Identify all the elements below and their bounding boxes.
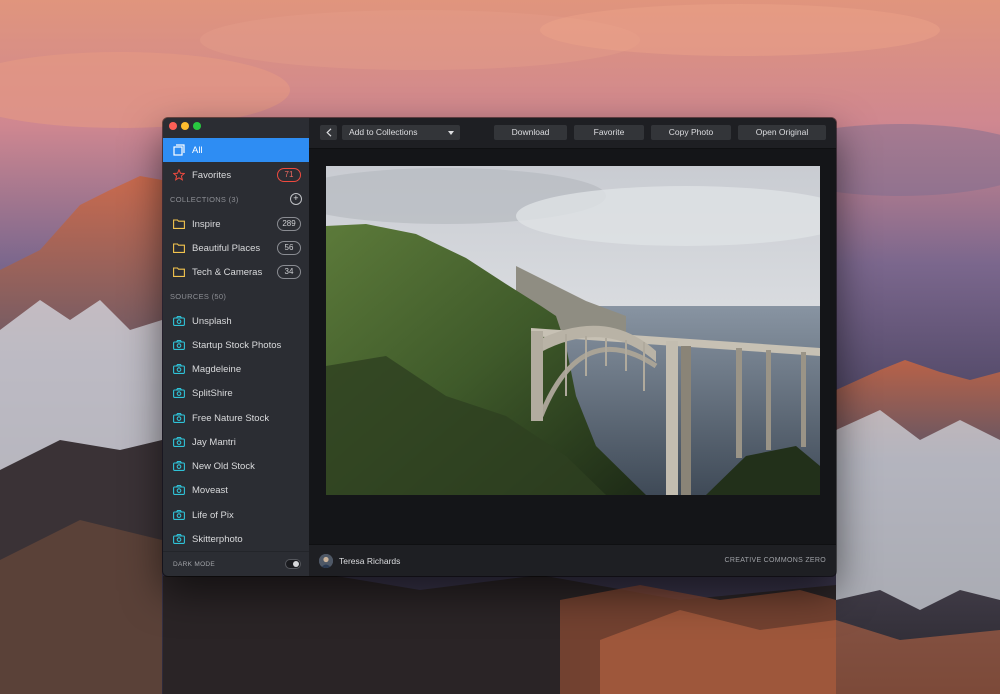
bridge-photo xyxy=(326,166,820,495)
sidebar-item-label: Life of Pix xyxy=(192,509,234,521)
sidebar-item-label: Magdeleine xyxy=(192,363,242,375)
sidebar-item-label: All xyxy=(192,144,203,156)
sidebar-item-beautiful-places[interactable]: Beautiful Places 56 xyxy=(163,236,309,260)
collections-header-label: COLLECTIONS (3) xyxy=(170,194,239,204)
photo-preview[interactable] xyxy=(326,166,820,495)
sidebar-item-favorites[interactable]: Favorites 71 xyxy=(163,163,309,187)
star-icon xyxy=(172,169,185,182)
sidebar-source-free-nature-stock[interactable]: Free Nature Stock xyxy=(163,406,309,430)
caret-down-icon xyxy=(448,131,454,135)
sidebar-item-label: Free Nature Stock xyxy=(192,412,270,424)
sidebar-source-new-old-stock[interactable]: New Old Stock xyxy=(163,454,309,478)
sources-header: SOURCES (50) xyxy=(170,292,302,301)
sidebar-item-all[interactable]: All xyxy=(163,138,309,162)
camera-icon xyxy=(172,339,185,352)
folder-icon xyxy=(172,218,185,231)
sidebar-source-unsplash[interactable]: Unsplash xyxy=(163,309,309,333)
sidebar-source-skitterphoto[interactable]: Skitterphoto xyxy=(163,527,309,551)
add-to-collections-select[interactable]: Add to Collections xyxy=(342,125,460,140)
sidebar-item-inspire[interactable]: Inspire 289 xyxy=(163,212,309,236)
sidebar: All Favorites 71 COLLECTIONS (3) + Inspi… xyxy=(163,118,309,576)
camera-icon xyxy=(172,412,185,425)
camera-icon xyxy=(172,533,185,546)
sidebar-source-life-of-pix[interactable]: Life of Pix xyxy=(163,503,309,527)
stack-icon xyxy=(172,144,185,157)
folder-icon xyxy=(172,266,185,279)
sidebar-item-label: Inspire xyxy=(192,218,221,230)
sidebar-item-label: Startup Stock Photos xyxy=(192,339,282,351)
minimize-window-button[interactable] xyxy=(181,122,189,130)
status-bar: Teresa Richards CREATIVE COMMONS ZERO xyxy=(309,544,836,576)
sidebar-item-label: Jay Mantri xyxy=(192,436,236,448)
add-to-collections-label: Add to Collections xyxy=(349,127,418,137)
add-collection-button[interactable]: + xyxy=(290,193,302,205)
sidebar-source-jay-mantri[interactable]: Jay Mantri xyxy=(163,430,309,454)
close-window-button[interactable] xyxy=(169,122,177,130)
count-badge: 71 xyxy=(277,168,301,182)
download-button[interactable]: Download xyxy=(494,125,567,140)
favorite-button[interactable]: Favorite xyxy=(574,125,644,140)
avatar[interactable] xyxy=(319,553,333,568)
sidebar-item-label: Unsplash xyxy=(192,315,232,327)
collections-header: COLLECTIONS (3) + xyxy=(170,193,302,205)
camera-icon xyxy=(172,315,185,328)
count-badge: 289 xyxy=(277,217,301,231)
camera-icon xyxy=(172,460,185,473)
count-badge: 34 xyxy=(277,265,301,279)
maximize-window-button[interactable] xyxy=(193,122,201,130)
dark-mode-row: DARK MODE xyxy=(163,551,309,576)
camera-icon xyxy=(172,387,185,400)
app-window: All Favorites 71 COLLECTIONS (3) + Inspi… xyxy=(163,118,836,576)
sidebar-item-label: Tech & Cameras xyxy=(192,266,263,278)
toolbar: Add to Collections Download Favorite Cop… xyxy=(309,118,836,149)
sidebar-item-label: Skitterphoto xyxy=(192,533,243,545)
chevron-left-icon xyxy=(325,128,331,137)
license-label: CREATIVE COMMONS ZERO xyxy=(724,557,826,564)
sidebar-source-moveast[interactable]: Moveast xyxy=(163,478,309,502)
sidebar-source-splitshire[interactable]: SplitShire xyxy=(163,381,309,405)
sources-header-label: SOURCES (50) xyxy=(170,292,227,301)
copy-photo-button[interactable]: Copy Photo xyxy=(651,125,731,140)
dark-mode-label: DARK MODE xyxy=(173,560,216,568)
count-badge: 56 xyxy=(277,241,301,255)
back-button[interactable] xyxy=(320,125,337,140)
sidebar-item-label: SplitShire xyxy=(192,387,233,399)
camera-icon xyxy=(172,436,185,449)
main-panel: Add to Collections Download Favorite Cop… xyxy=(309,118,836,576)
open-original-button[interactable]: Open Original xyxy=(738,125,826,140)
window-controls xyxy=(169,122,201,130)
sidebar-source-magdeleine[interactable]: Magdeleine xyxy=(163,357,309,381)
sidebar-item-label: Moveast xyxy=(192,484,228,496)
camera-icon xyxy=(172,509,185,522)
camera-icon xyxy=(172,363,185,376)
sidebar-item-label: Beautiful Places xyxy=(192,242,261,254)
dark-mode-toggle[interactable] xyxy=(285,559,301,569)
sidebar-item-label: Favorites xyxy=(192,169,232,181)
camera-icon xyxy=(172,484,185,497)
sidebar-item-tech-cameras[interactable]: Tech & Cameras 34 xyxy=(163,260,309,284)
author-name[interactable]: Teresa Richards xyxy=(339,556,725,566)
folder-icon xyxy=(172,242,185,255)
sidebar-source-startup-stock-photos[interactable]: Startup Stock Photos xyxy=(163,333,309,357)
sidebar-item-label: New Old Stock xyxy=(192,460,255,472)
